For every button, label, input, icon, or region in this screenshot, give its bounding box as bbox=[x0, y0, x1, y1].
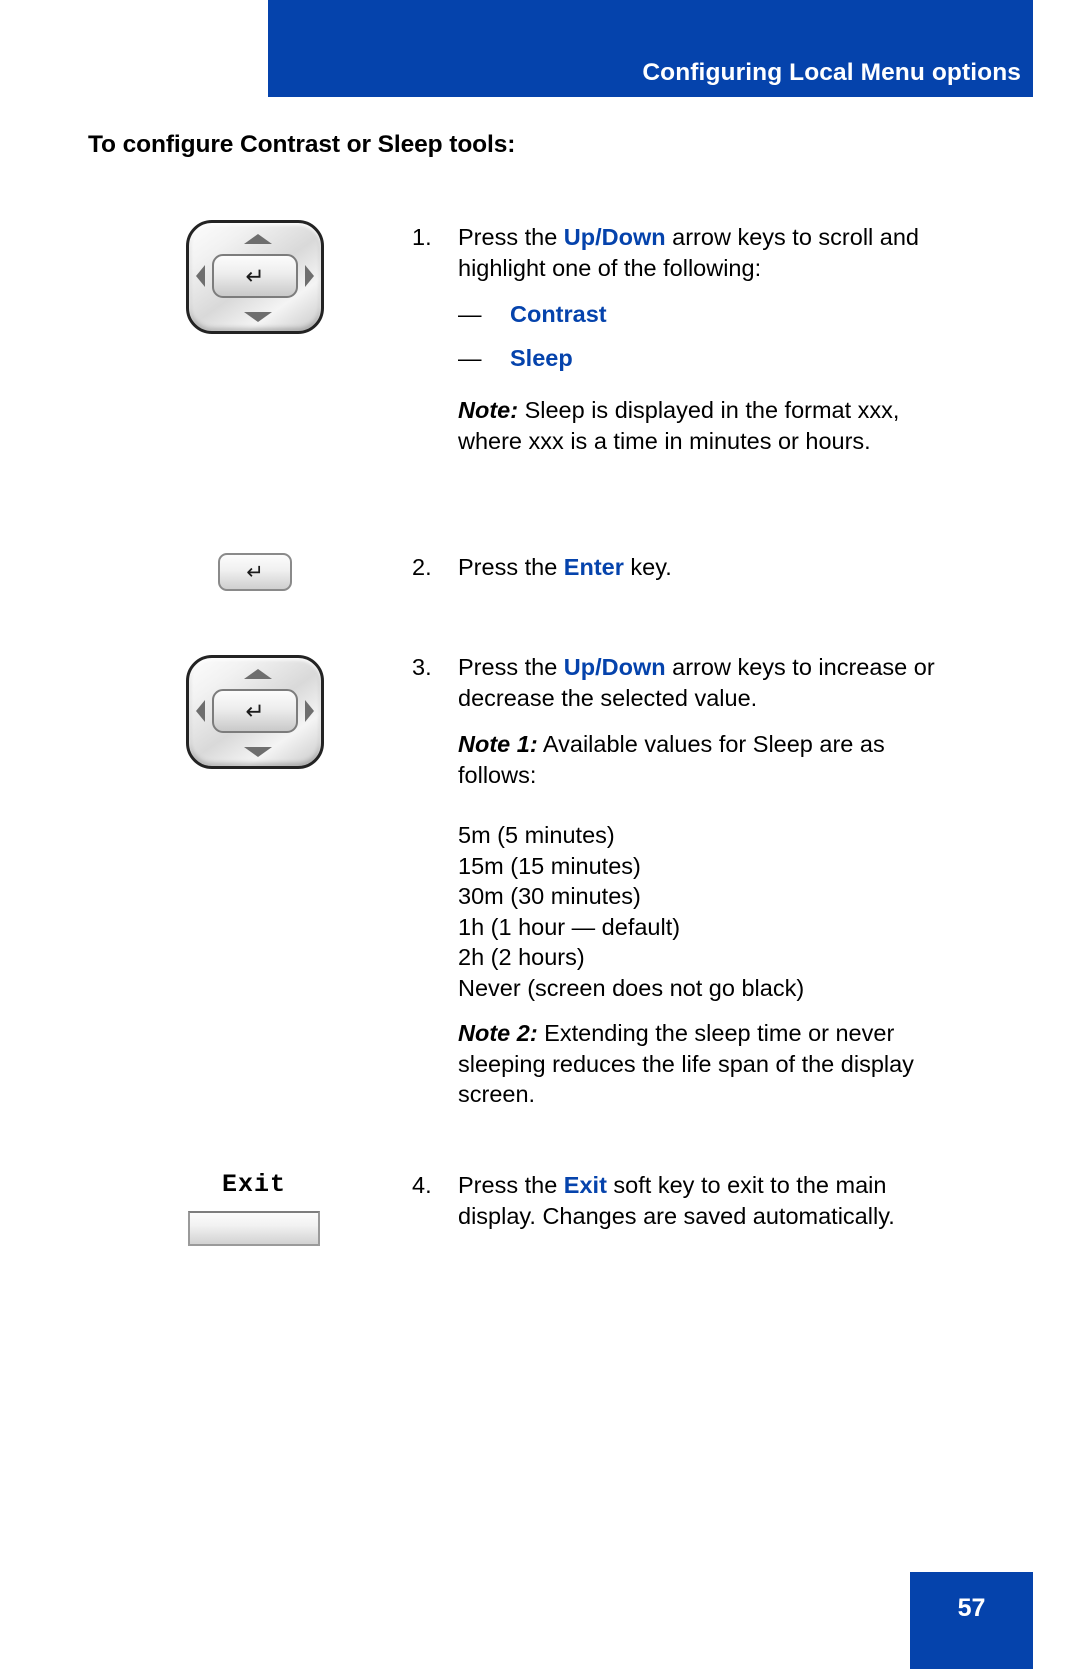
step-2: 2. Press the Enter key. bbox=[412, 552, 932, 583]
page-header-band: Configuring Local Menu options bbox=[268, 0, 1033, 97]
navkey-right-arrow-icon bbox=[305, 700, 314, 722]
step-3-instruction: Press the Up/Down arrow keys to increase… bbox=[458, 652, 937, 713]
step-2-instruction: Press the Enter key. bbox=[458, 552, 932, 583]
enter-arrow-icon: ↵ bbox=[246, 560, 264, 584]
step-1-number: 1. bbox=[412, 224, 432, 250]
list-item: — Sleep bbox=[458, 343, 932, 374]
dash-bullet-icon: — bbox=[458, 344, 482, 371]
step-2-text-before: Press the bbox=[458, 554, 564, 580]
step-4-instruction: Press the Exit soft key to exit to the m… bbox=[458, 1170, 952, 1231]
exit-soft-key-label: Exit bbox=[221, 1170, 286, 1199]
step-3-key-label: Up/Down bbox=[563, 654, 666, 680]
enter-arrow-icon: ↵ bbox=[245, 697, 265, 724]
step-2-text-after: key. bbox=[623, 554, 672, 580]
step-2-key-label: Enter bbox=[563, 554, 624, 580]
step-1-body: Press the Up/Down arrow keys to scroll a… bbox=[458, 222, 932, 456]
navkey-right-arrow-icon bbox=[305, 265, 314, 287]
page-header-title: Configuring Local Menu options bbox=[642, 59, 1021, 86]
navkey-enter-center: ↵ bbox=[212, 254, 298, 298]
step-4-text-before: Press the bbox=[458, 1172, 564, 1198]
step-3-note-1: Note 1: Available values for Sleep are a… bbox=[458, 729, 937, 790]
list-item: — Contrast bbox=[458, 299, 932, 330]
dash-bullet-icon: — bbox=[458, 301, 482, 327]
step-2-icon: ↵ bbox=[218, 553, 318, 591]
sleep-values-list: 5m (5 minutes) 15m (15 minutes) 30m (30 … bbox=[458, 820, 937, 1003]
list-item: 15m (15 minutes) bbox=[458, 852, 641, 879]
step-4-icon: Exit bbox=[188, 1170, 328, 1246]
step-3: 3. Press the Up/Down arrow keys to incre… bbox=[412, 652, 937, 1110]
step-3-note-1-lead: Note 1: bbox=[458, 731, 538, 757]
step-1-instruction: Press the Up/Down arrow keys to scroll a… bbox=[458, 222, 932, 283]
navkey-left-arrow-icon bbox=[196, 265, 205, 287]
step-1-note-text: Sleep is displayed in the format xxx, wh… bbox=[458, 397, 900, 454]
navkey-down-arrow-icon bbox=[244, 312, 272, 322]
step-3-text-before: Press the bbox=[458, 654, 564, 680]
step-1-note: Note: Sleep is displayed in the format x… bbox=[458, 395, 932, 456]
step-1-key-label: Up/Down bbox=[563, 224, 666, 250]
option-contrast: Contrast bbox=[510, 301, 607, 327]
page-footer-band: 57 bbox=[910, 1572, 1033, 1669]
step-1: 1. Press the Up/Down arrow keys to scrol… bbox=[412, 222, 932, 456]
step-4-number: 4. bbox=[412, 1172, 432, 1198]
navkey-up-arrow-icon bbox=[244, 669, 272, 679]
list-item: 5m (5 minutes) bbox=[458, 822, 615, 848]
step-1-note-lead: Note: bbox=[458, 397, 519, 423]
page-number: 57 bbox=[957, 1594, 986, 1622]
step-2-body: Press the Enter key. bbox=[458, 552, 932, 583]
page-title: To configure Contrast or Sleep tools: bbox=[88, 131, 516, 158]
step-2-number: 2. bbox=[412, 554, 432, 580]
step-4: 4. Press the Exit soft key to exit to th… bbox=[412, 1170, 952, 1231]
enter-arrow-icon: ↵ bbox=[245, 262, 265, 289]
exit-soft-key-icon: Exit bbox=[188, 1170, 320, 1246]
step-3-icon: ↵ bbox=[186, 655, 326, 769]
navkey-down-arrow-icon bbox=[244, 747, 272, 757]
step-1-text-before: Press the bbox=[458, 224, 564, 250]
step-1-option-list: — Contrast — Sleep bbox=[458, 299, 932, 373]
list-item: 30m (30 minutes) bbox=[458, 883, 641, 909]
step-3-body: Press the Up/Down arrow keys to increase… bbox=[458, 652, 937, 1110]
list-item: 2h (2 hours) bbox=[458, 944, 585, 970]
navigation-cluster-key-icon: ↵ bbox=[186, 220, 324, 334]
step-4-body: Press the Exit soft key to exit to the m… bbox=[458, 1170, 952, 1231]
step-3-note-2-lead: Note 2: bbox=[458, 1020, 538, 1046]
list-item: Never (screen does not go black) bbox=[458, 974, 805, 1001]
option-sleep: Sleep bbox=[510, 344, 573, 371]
step-3-number: 3. bbox=[412, 654, 432, 680]
step-1-icon: ↵ bbox=[186, 220, 326, 334]
navkey-enter-center: ↵ bbox=[212, 689, 298, 733]
enter-key-icon: ↵ bbox=[218, 553, 292, 591]
list-item: 1h (1 hour — default) bbox=[458, 913, 681, 940]
step-4-key-label: Exit bbox=[563, 1172, 607, 1198]
navkey-left-arrow-icon bbox=[196, 700, 205, 722]
navkey-up-arrow-icon bbox=[244, 234, 272, 244]
step-3-note-2: Note 2: Extending the sleep time or neve… bbox=[458, 1018, 937, 1110]
exit-soft-key-button bbox=[188, 1211, 320, 1246]
navigation-cluster-key-icon: ↵ bbox=[186, 655, 324, 769]
